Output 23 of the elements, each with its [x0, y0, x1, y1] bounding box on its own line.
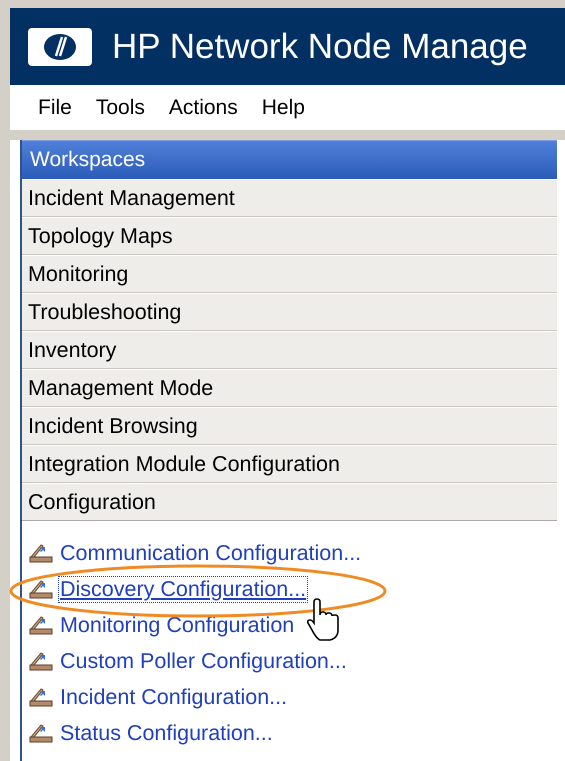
config-link[interactable]: Custom Poller Configuration...: [58, 648, 349, 674]
config-link[interactable]: Communication Configuration...: [58, 540, 364, 566]
workspace-item[interactable]: Incident Browsing: [22, 407, 557, 445]
workspaces-header: Workspaces: [22, 140, 557, 179]
workspace-item[interactable]: Incident Management: [22, 179, 557, 217]
hp-logo: [28, 28, 92, 66]
menu-item[interactable]: Help: [250, 96, 317, 120]
workspace-item[interactable]: Management Mode: [22, 369, 557, 407]
config-link[interactable]: Monitoring Configuration: [58, 612, 296, 638]
config-link[interactable]: Status Configuration...: [58, 720, 275, 746]
workspace-item[interactable]: Configuration: [22, 483, 557, 521]
config-link[interactable]: Incident Configuration...: [58, 684, 290, 710]
app-title: HP Network Node Manage: [112, 26, 528, 66]
workspace-item[interactable]: Monitoring: [22, 255, 557, 293]
workspace-item[interactable]: Troubleshooting: [22, 293, 557, 331]
hand-cursor-icon: [306, 598, 340, 642]
menu-item[interactable]: Tools: [84, 96, 157, 120]
workspace-item[interactable]: Inventory: [22, 331, 557, 369]
workspace-item[interactable]: Integration Module Configuration: [22, 445, 557, 483]
workspace-item[interactable]: Topology Maps: [22, 217, 557, 255]
menu-item[interactable]: Actions: [156, 96, 250, 120]
menu-item[interactable]: File: [26, 96, 84, 120]
config-link[interactable]: Discovery Configuration...: [58, 576, 308, 602]
